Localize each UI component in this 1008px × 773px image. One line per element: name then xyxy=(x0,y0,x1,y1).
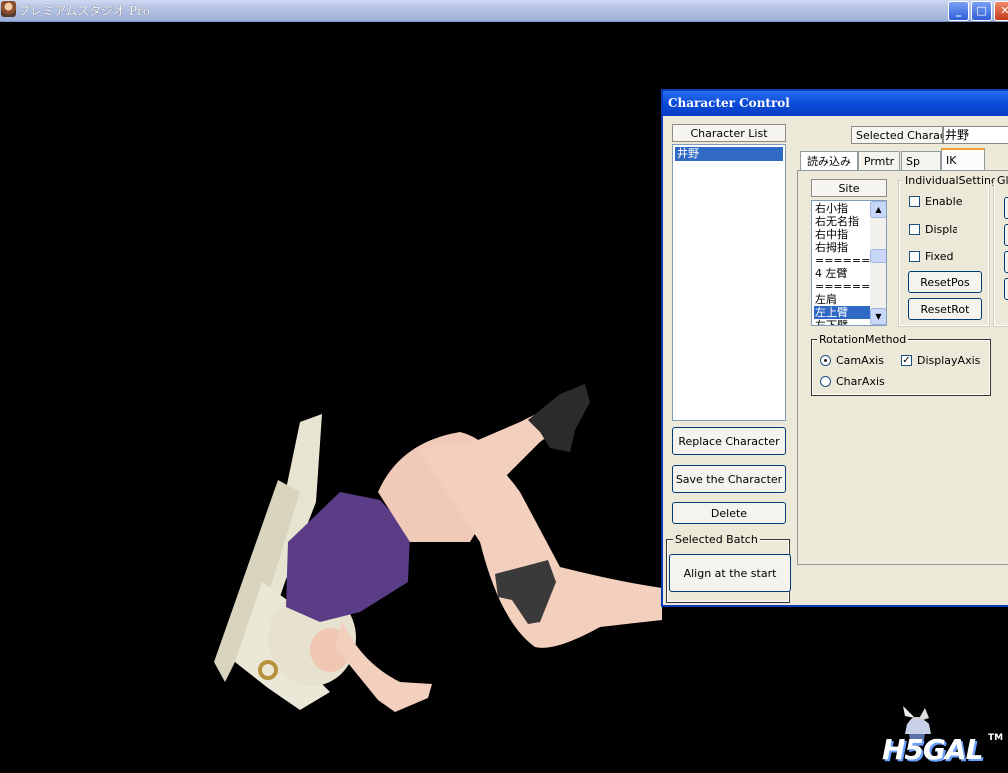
site-list[interactable]: 右小指右无名指右中指右拇指=========4 左臂=========左肩左上臂… xyxy=(811,200,887,326)
site-list-item[interactable]: 右中指 xyxy=(814,228,870,241)
global-button-1[interactable] xyxy=(1004,197,1008,219)
rotation-method-group: RotationMethod CamAxis ✓ DisplayAxis Cha… xyxy=(811,333,991,396)
character-list-header[interactable]: Character List xyxy=(672,124,786,142)
site-list-item[interactable]: 左肩 xyxy=(814,293,870,306)
reset-rot-button[interactable]: ResetRot xyxy=(908,298,982,320)
replace-character-button[interactable]: Replace Character xyxy=(672,427,786,455)
cam-axis-label: CamAxis xyxy=(836,354,884,367)
selected-character-value[interactable]: 井野 xyxy=(943,126,1008,144)
individual-settings-group: IndividualSettings Enable Display Fixed … xyxy=(898,174,1006,327)
global-settings-group: Glo xyxy=(993,174,1008,327)
selected-batch-group: Selected Batch Align at the start xyxy=(666,533,791,603)
site-list-item[interactable]: 右拇指 xyxy=(814,241,870,254)
maximize-icon: □ xyxy=(976,4,987,17)
enable-label: Enable xyxy=(925,195,963,208)
scroll-down-icon[interactable]: ▼ xyxy=(870,308,886,325)
site-list-item[interactable]: ========= xyxy=(814,280,870,293)
window-title: プレミアムスタジオ Pro xyxy=(18,4,151,18)
window-titlebar[interactable]: プレミアムスタジオ Pro _ □ ✕ xyxy=(0,0,1008,22)
site-list-item[interactable]: 4 左臂 xyxy=(814,267,870,280)
site-list-item[interactable]: 左上臂 xyxy=(814,306,870,319)
delete-button[interactable]: Delete xyxy=(672,502,786,524)
site-list-item[interactable]: ========= xyxy=(814,254,870,267)
display-axis-label: DisplayAxis xyxy=(917,354,981,367)
tab-load[interactable]: 読み込み xyxy=(800,151,858,170)
site-list-item[interactable]: 右小指 xyxy=(814,202,870,215)
close-icon: ✕ xyxy=(1000,4,1008,17)
rotation-method-legend: RotationMethod xyxy=(817,333,909,346)
maximize-button[interactable]: □ xyxy=(971,1,992,21)
align-at-start-button[interactable]: Align at the start xyxy=(669,554,791,592)
selected-character-label: Selected Characte xyxy=(851,126,943,144)
character-control-dialog[interactable]: Character Control Character List 井野 Repl… xyxy=(661,89,1008,607)
tab-sp[interactable]: Sp xyxy=(901,151,941,170)
dialog-titlebar[interactable]: Character Control xyxy=(663,91,1008,116)
global-button-4[interactable] xyxy=(1004,278,1008,300)
site-list-item[interactable]: 右无名指 xyxy=(814,215,870,228)
global-button-2[interactable] xyxy=(1004,224,1008,246)
character-list[interactable]: 井野 xyxy=(672,144,786,421)
char-axis-label: CharAxis xyxy=(836,375,885,388)
global-button-3[interactable] xyxy=(1004,251,1008,273)
minimize-button[interactable]: _ xyxy=(948,1,969,21)
site-header[interactable]: Site xyxy=(811,179,887,197)
char-axis-radio[interactable] xyxy=(820,376,831,387)
app-icon xyxy=(1,1,16,17)
fixed-label: Fixed xyxy=(925,250,954,263)
individual-settings-legend: IndividualSettings xyxy=(903,174,1006,187)
site-list-scrollbar[interactable]: ▲ ▼ xyxy=(870,201,886,325)
fixed-checkbox[interactable] xyxy=(909,251,920,262)
minimize-icon: _ xyxy=(955,4,962,17)
tab-prmtr[interactable]: Prmtr xyxy=(858,151,900,170)
enable-checkbox[interactable] xyxy=(909,196,920,207)
scroll-up-icon[interactable]: ▲ xyxy=(870,201,886,218)
display-axis-checkbox[interactable]: ✓ xyxy=(901,355,912,366)
dialog-title: Character Control xyxy=(668,96,790,110)
reset-pos-button[interactable]: ResetPos xyxy=(908,271,982,293)
close-button[interactable]: ✕ xyxy=(994,1,1008,21)
watermark-logo: H5GAL xyxy=(882,733,983,766)
cam-axis-radio[interactable] xyxy=(820,355,831,366)
site-list-item[interactable]: 左下臂 xyxy=(814,319,870,325)
display-checkbox[interactable] xyxy=(909,224,920,235)
display-label: Display xyxy=(925,223,957,236)
scroll-thumb[interactable] xyxy=(870,249,886,263)
character-list-item[interactable]: 井野 xyxy=(675,147,783,161)
selected-batch-legend: Selected Batch xyxy=(673,533,760,546)
global-settings-legend: Glo xyxy=(995,174,1008,187)
tab-ik[interactable]: IK xyxy=(941,148,985,170)
watermark-tm: TM xyxy=(988,733,1004,743)
save-character-button[interactable]: Save the Character xyxy=(672,465,786,493)
